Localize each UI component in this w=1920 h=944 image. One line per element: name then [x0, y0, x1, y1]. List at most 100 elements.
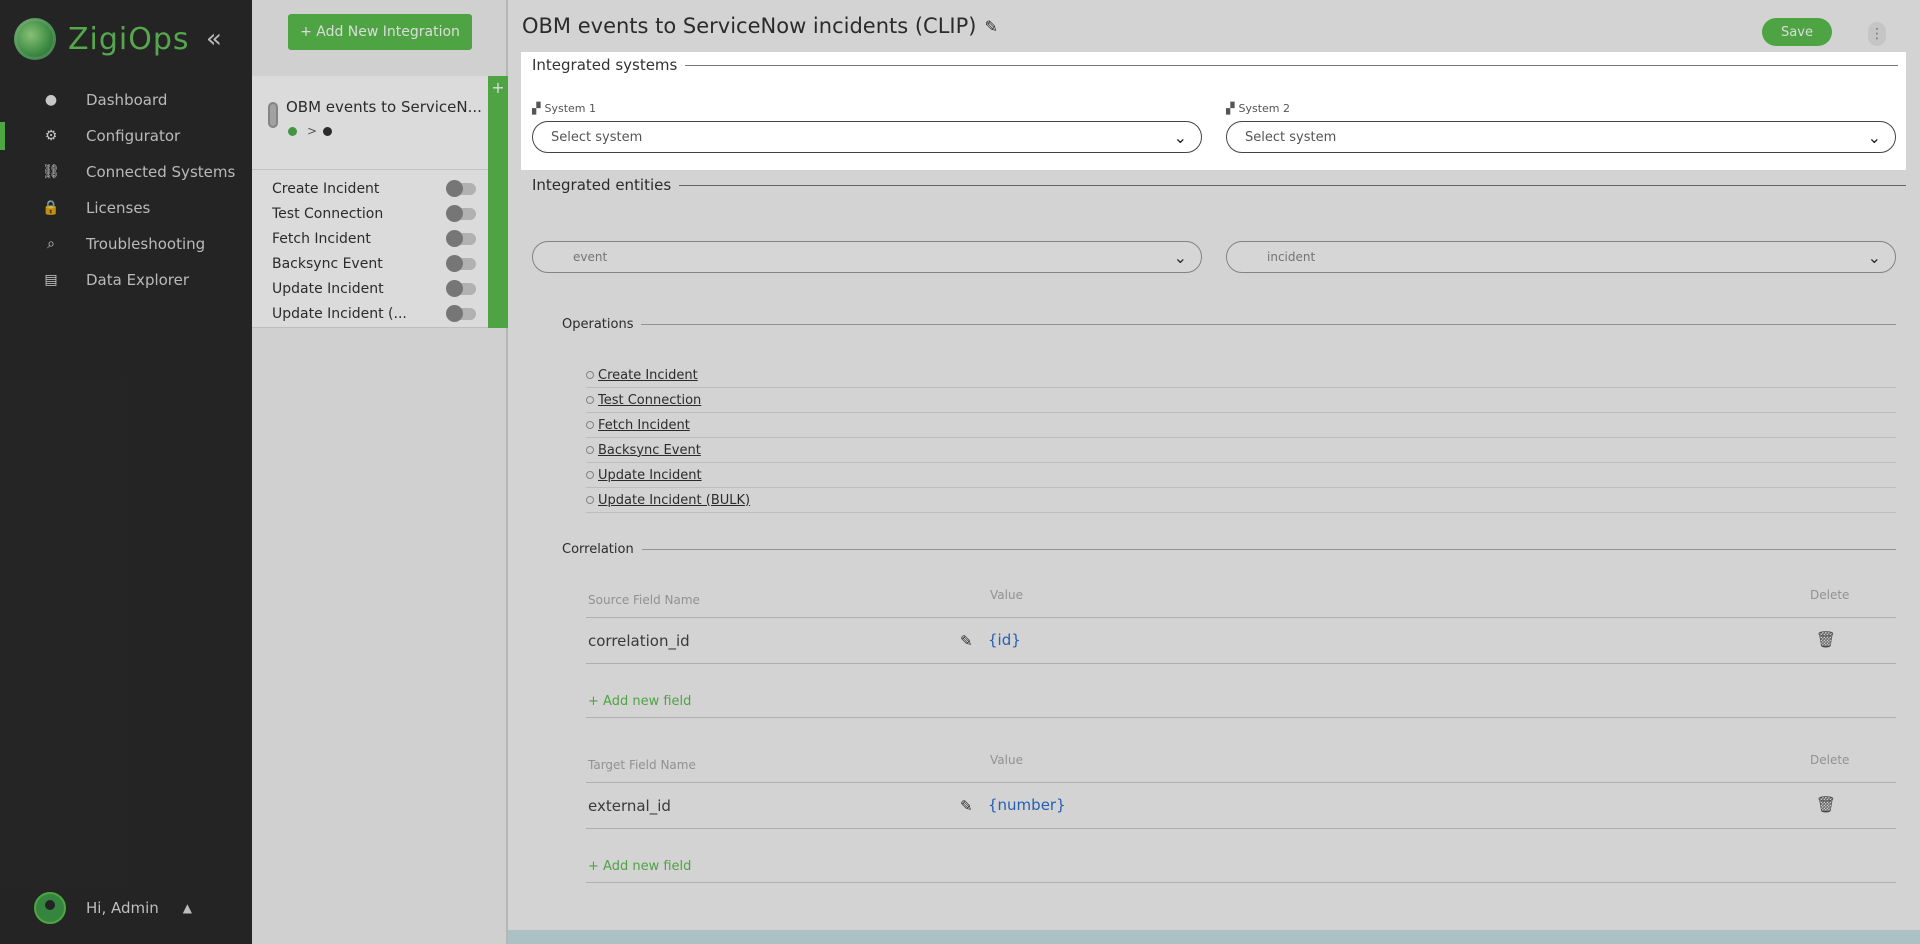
operation-link-row[interactable]: Update Incident (BULK)	[586, 488, 1896, 513]
operation-toggle[interactable]	[446, 279, 476, 297]
source-field-value[interactable]: {id}	[988, 631, 1021, 649]
page-title: OBM events to ServiceNow incidents (CLIP…	[522, 14, 998, 38]
add-new-field-button[interactable]: + Add new field	[586, 690, 1896, 718]
operation-link[interactable]: Update Incident	[598, 468, 702, 483]
wrench-icon[interactable]: ✎	[960, 797, 973, 815]
hierarchy-icon: ▞	[532, 102, 541, 115]
sidebar-item-licenses[interactable]: 🔒 Licenses	[0, 190, 252, 226]
logo[interactable]: ZigiOps	[14, 18, 190, 60]
page-title-text: OBM events to ServiceNow incidents (CLIP…	[522, 14, 977, 38]
sidebar-item-connected-systems[interactable]: ⛓ Connected Systems	[0, 154, 252, 190]
list-item[interactable]: Backsync Event	[272, 251, 488, 276]
dashboard-icon: ●	[44, 92, 58, 108]
operation-link[interactable]: Fetch Incident	[598, 418, 690, 433]
integrated-systems-legend: Integrated systems	[532, 56, 1898, 74]
operation-link-row[interactable]: Update Incident	[586, 463, 1896, 488]
entity1-select[interactable]: event ⌄	[532, 241, 1202, 273]
network-icon: ⛓	[42, 164, 60, 180]
value-header: Value	[990, 753, 1023, 767]
system1-label: ▞ System 1	[532, 102, 596, 115]
integration-card-header: OBM events to ServiceN... >	[252, 76, 488, 170]
list-item[interactable]: Create Incident	[272, 176, 488, 201]
data-explorer-icon: ▤	[44, 272, 58, 288]
user-greeting: Hi, Admin	[86, 899, 159, 917]
lock-icon: 🔒	[42, 200, 60, 216]
operation-link[interactable]: Backsync Event	[598, 443, 701, 458]
add-new-integration-button[interactable]: + Add New Integration	[288, 14, 472, 50]
operation-toggle[interactable]	[446, 304, 476, 322]
radio-icon[interactable]	[586, 496, 594, 504]
caret-up-icon: ▲	[182, 901, 193, 915]
operation-link-row[interactable]: Test Connection	[586, 388, 1896, 413]
hierarchy-icon: ▞	[1226, 102, 1235, 115]
sidebar-item-troubleshooting[interactable]: ⌕ Troubleshooting	[0, 226, 252, 262]
drag-handle-icon[interactable]	[268, 102, 278, 128]
save-button[interactable]: Save	[1762, 18, 1832, 46]
operation-toggle[interactable]	[446, 229, 476, 247]
trash-icon[interactable]: 🗑	[1816, 795, 1836, 814]
integration-card-title: OBM events to ServiceN...	[286, 98, 482, 116]
entity2-select[interactable]: incident ⌄	[1226, 241, 1896, 273]
operation-link[interactable]: Update Incident (BULK)	[598, 493, 750, 508]
chevron-down-icon: ⌄	[1173, 128, 1187, 147]
delete-header: Delete	[1810, 588, 1850, 602]
system2-label: ▞ System 2	[1226, 102, 1290, 115]
sidebar-item-label: Data Explorer	[86, 271, 190, 289]
list-item[interactable]: Update Incident	[272, 276, 488, 301]
operation-link-row[interactable]: Fetch Incident	[586, 413, 1896, 438]
status-arrow: >	[307, 124, 318, 138]
operation-toggle[interactable]	[446, 204, 476, 222]
add-new-field-button[interactable]: + Add new field	[586, 855, 1896, 883]
sidebar-item-label: Dashboard	[86, 91, 168, 109]
logo-text: ZigiOps	[68, 21, 190, 57]
radio-icon[interactable]	[586, 396, 594, 404]
operation-link-row[interactable]: Create Incident	[586, 363, 1896, 388]
status-target-icon	[323, 126, 333, 136]
avatar	[34, 892, 66, 924]
integrated-entities-legend: Integrated entities	[532, 176, 1906, 194]
radio-icon[interactable]	[586, 446, 594, 454]
plus-icon: +	[491, 78, 505, 97]
sidebar-item-label: Licenses	[86, 199, 151, 217]
operations-legend: Operations	[562, 317, 1896, 332]
sidebar-item-configurator[interactable]: ⚙ Configurator	[0, 118, 252, 154]
sidebar-item-dashboard[interactable]: ● Dashboard	[0, 82, 252, 118]
status-active-icon	[288, 126, 297, 136]
sidebar: ZigiOps « ● Dashboard ⚙ Configurator ⛓ C…	[0, 0, 252, 944]
integration-list: + Add New Integration OBM events to Serv…	[252, 0, 508, 944]
integration-card[interactable]: OBM events to ServiceN... > + Create Inc…	[252, 76, 508, 328]
target-field-header: Target Field Name	[588, 758, 696, 772]
operation-toggle[interactable]	[446, 254, 476, 272]
list-item[interactable]: Fetch Incident	[272, 226, 488, 251]
sidebar-item-label: Configurator	[86, 127, 181, 145]
sidebar-item-data-explorer[interactable]: ▤ Data Explorer	[0, 262, 252, 298]
chevron-down-icon: ⌄	[1173, 248, 1187, 267]
chevron-down-icon: ⌄	[1867, 128, 1881, 147]
operation-link-row[interactable]: Backsync Event	[586, 438, 1896, 463]
delete-header: Delete	[1810, 753, 1850, 767]
system2-select[interactable]: Select system ⌄	[1226, 121, 1896, 153]
radio-icon[interactable]	[586, 371, 594, 379]
operation-toggle[interactable]	[446, 179, 476, 197]
target-field-value[interactable]: {number}	[988, 796, 1066, 814]
operation-link[interactable]: Test Connection	[598, 393, 701, 408]
more-options-icon[interactable]: ⋮	[1868, 22, 1886, 46]
user-menu[interactable]: Hi, Admin ▲	[34, 892, 192, 924]
double-chevron-left-icon[interactable]: «	[206, 24, 222, 54]
wrench-icon[interactable]: ✎	[960, 632, 973, 650]
operation-link[interactable]: Create Incident	[598, 368, 698, 383]
edit-pencil-icon[interactable]: ✎	[984, 17, 997, 36]
integration-operations: Create Incident Test Connection Fetch In…	[272, 176, 488, 326]
gear-icon: ⚙	[44, 128, 58, 144]
trash-icon[interactable]: 🗑	[1816, 630, 1836, 649]
radio-icon[interactable]	[586, 421, 594, 429]
system1-select[interactable]: Select system ⌄	[532, 121, 1202, 153]
list-item[interactable]: Test Connection	[272, 201, 488, 226]
target-field-name: external_id	[588, 797, 671, 815]
radio-icon[interactable]	[586, 471, 594, 479]
table-row: correlation_id ✎ {id} 🗑	[586, 618, 1896, 664]
add-operation-strip[interactable]: +	[488, 76, 508, 328]
sidebar-item-label: Connected Systems	[86, 163, 236, 181]
source-field-name: correlation_id	[588, 632, 690, 650]
list-item[interactable]: Update Incident (...	[272, 301, 488, 326]
